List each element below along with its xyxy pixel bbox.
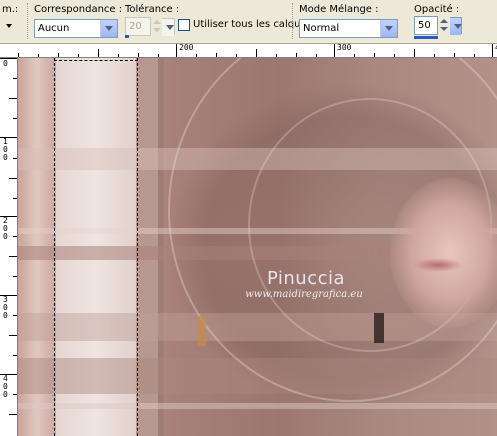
image-highlight <box>198 316 206 346</box>
match-mode-label: Correspondance : <box>34 4 123 15</box>
toolbar-separator <box>292 3 293 39</box>
chevron-down-icon[interactable] <box>450 18 462 35</box>
ruler-label: 0 <box>3 59 8 68</box>
tool-menu-chevron-icon[interactable] <box>6 24 12 28</box>
tolerance-slider-fill[interactable] <box>125 35 129 38</box>
ruler-label: 200 <box>3 216 8 241</box>
ruler-label: 400 <box>3 374 8 399</box>
opacity-input[interactable]: 50 <box>414 16 438 35</box>
watermark-title: Pinuccia <box>266 268 346 289</box>
vertical-ruler: 0 100 200 300 400 <box>0 58 18 436</box>
chevron-down-icon[interactable] <box>162 19 174 36</box>
match-mode-value: Aucun <box>38 23 70 34</box>
match-mode-select[interactable]: Aucun <box>34 19 118 38</box>
blend-mode-value: Normal <box>303 23 340 34</box>
selection-marquee-top-edge[interactable] <box>54 60 138 61</box>
selection-marquee-left-edge[interactable] <box>54 58 55 436</box>
opacity-slider-fill[interactable] <box>414 36 438 39</box>
tolerance-value: 20 <box>129 21 142 32</box>
ruler-label: 300 <box>3 295 8 320</box>
opacity-value: 50 <box>418 20 431 31</box>
use-all-layers-label: Utiliser tous les calques <box>193 19 312 30</box>
tolerance-input[interactable]: 20 <box>125 17 151 36</box>
tool-options-toolbar: m.: Correspondance : Aucun Tolérance : 2… <box>0 0 497 44</box>
tolerance-label: Tolérance : <box>125 4 180 15</box>
blend-mode-label: Mode Mélange : <box>299 4 379 15</box>
image-shadow <box>374 313 384 343</box>
partial-label: m.: <box>2 4 19 15</box>
watermark-url: www.maidiregrafica.eu <box>245 289 363 300</box>
chevron-down-icon[interactable] <box>100 20 117 37</box>
opacity-label: Opacité : <box>414 4 460 15</box>
tolerance-dropdown[interactable] <box>162 18 175 36</box>
lips-image <box>413 258 463 272</box>
selection-marquee-right-edge[interactable] <box>137 58 138 436</box>
image-canvas[interactable]: Pinuccia www.maidiregrafica.eu <box>18 58 497 436</box>
ruler-label: 200 <box>179 44 194 52</box>
ruler-label: 100 <box>3 137 8 162</box>
opacity-spin-arrows-icon[interactable] <box>438 17 450 34</box>
toolbar-separator <box>27 3 28 39</box>
ruler-label: 300 <box>337 44 352 52</box>
blend-mode-select[interactable]: Normal <box>299 19 398 38</box>
image-band <box>18 403 497 409</box>
opacity-dropdown[interactable] <box>450 17 462 35</box>
horizontal-ruler: 200 300 400 <box>0 44 497 58</box>
use-all-layers-checkbox[interactable] <box>178 19 190 31</box>
chevron-down-icon[interactable] <box>380 20 397 37</box>
